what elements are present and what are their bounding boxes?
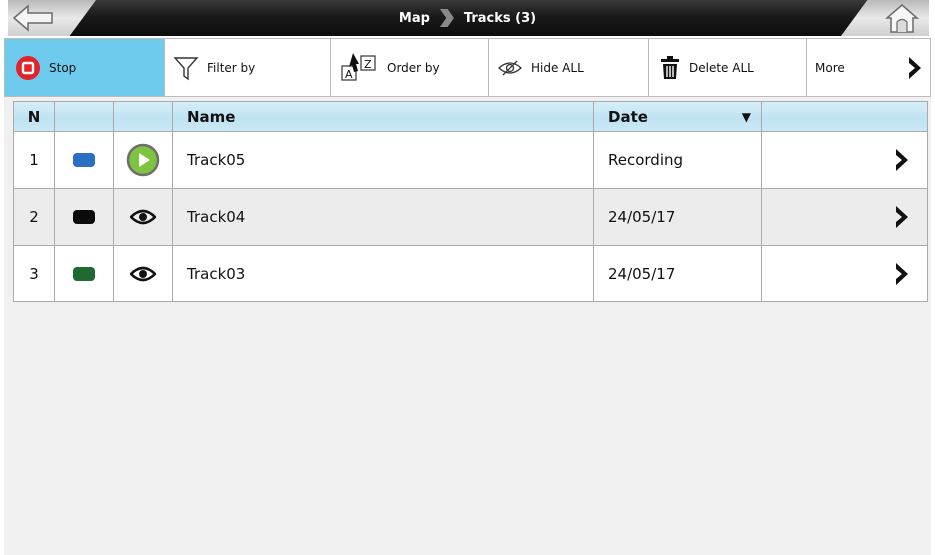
- track-date: Recording: [594, 132, 762, 188]
- row-number: 3: [14, 246, 55, 301]
- hide-all-label: Hide ALL: [531, 60, 584, 75]
- table-row[interactable]: 3 Track03 24/05/17: [14, 245, 927, 302]
- hide-all-button[interactable]: Hide ALL: [489, 39, 649, 96]
- order-by-label: Order by: [387, 60, 440, 75]
- breadcrumb-map[interactable]: Map: [399, 11, 430, 26]
- sort-descending-icon: ▼: [741, 109, 751, 124]
- column-header-color: [55, 102, 114, 131]
- stop-icon: [16, 55, 40, 80]
- title-bar: Map Tracks (3): [0, 0, 935, 38]
- track-color-cell[interactable]: [55, 132, 114, 188]
- breadcrumb: Map Tracks (3): [0, 0, 935, 36]
- svg-text:Z: Z: [364, 58, 372, 71]
- track-date: 24/05/17: [594, 246, 762, 301]
- filter-by-button[interactable]: Filter by: [165, 39, 331, 96]
- column-header-date[interactable]: Date ▼: [594, 102, 762, 131]
- tracks-panel: N Name Date ▼ 1 Track05 Recording 2 Trac…: [4, 97, 931, 555]
- svg-text:A: A: [345, 68, 353, 81]
- table-row[interactable]: 2 Track04 24/05/17: [14, 188, 927, 245]
- eye-icon: [130, 266, 156, 281]
- play-icon: [126, 143, 160, 177]
- sort-az-icon: A Z: [341, 52, 376, 81]
- breadcrumb-tracks: Tracks (3): [463, 10, 537, 26]
- delete-all-label: Delete ALL: [689, 60, 754, 75]
- stop-label: Stop: [49, 60, 77, 75]
- eye-hidden-icon: [498, 60, 522, 75]
- row-number: 2: [14, 189, 55, 245]
- toolbar: Stop Filter by A Z Order by Hide ALL Del…: [4, 38, 931, 97]
- filter-by-label: Filter by: [207, 60, 256, 75]
- color-swatch: [73, 266, 95, 281]
- track-color-cell[interactable]: [55, 189, 114, 245]
- tracks-table: N Name Date ▼ 1 Track05 Recording 2 Trac…: [13, 101, 928, 302]
- home-button[interactable]: [883, 2, 921, 34]
- row-number: 1: [14, 132, 55, 188]
- track-name: Track04: [173, 189, 594, 245]
- column-header-n[interactable]: N: [14, 102, 55, 131]
- column-header-name[interactable]: Name: [173, 102, 594, 131]
- table-row[interactable]: 1 Track05 Recording: [14, 131, 927, 188]
- track-name: Track05: [173, 132, 594, 188]
- chevron-right-icon: [909, 57, 921, 79]
- track-date: 24/05/17: [594, 189, 762, 245]
- table-header: N Name Date ▼: [14, 101, 927, 131]
- track-visibility-cell[interactable]: [114, 132, 173, 188]
- chevron-right-icon: [896, 206, 908, 228]
- column-header-actions: [762, 102, 927, 131]
- track-details-button[interactable]: [762, 246, 927, 301]
- delete-all-button[interactable]: Delete ALL: [649, 39, 807, 96]
- track-color-cell[interactable]: [55, 246, 114, 301]
- chevron-right-icon: [896, 262, 908, 285]
- home-icon: [884, 4, 920, 33]
- track-details-button[interactable]: [762, 189, 927, 245]
- order-by-button[interactable]: A Z Order by: [331, 39, 489, 96]
- track-visibility-cell[interactable]: [114, 246, 173, 301]
- track-name: Track03: [173, 246, 594, 301]
- column-header-date-label: Date: [608, 107, 648, 126]
- chevron-right-icon: [896, 149, 908, 171]
- track-details-button[interactable]: [762, 132, 927, 188]
- stop-button[interactable]: Stop: [5, 39, 165, 96]
- more-button[interactable]: More: [807, 39, 930, 96]
- trash-icon: [661, 55, 679, 79]
- more-label: More: [815, 60, 845, 75]
- color-swatch: [73, 210, 95, 224]
- color-swatch: [73, 153, 95, 167]
- track-visibility-cell[interactable]: [114, 189, 173, 245]
- funnel-icon: [173, 56, 199, 80]
- breadcrumb-separator-icon: [439, 9, 454, 27]
- eye-icon: [130, 209, 156, 225]
- column-header-visibility: [114, 102, 173, 131]
